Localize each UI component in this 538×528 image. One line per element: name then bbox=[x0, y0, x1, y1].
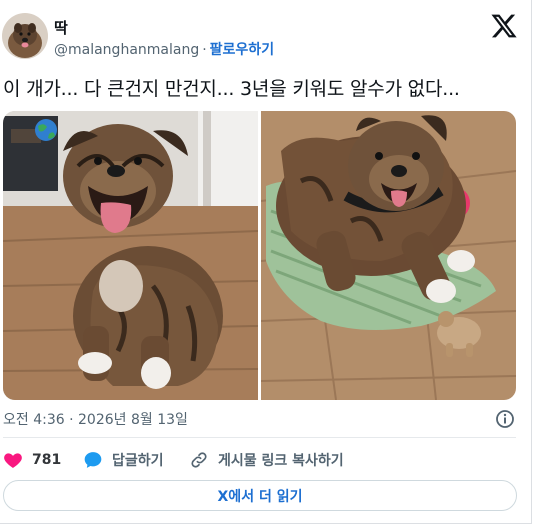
like-button[interactable]: 781 bbox=[3, 449, 61, 471]
divider bbox=[3, 437, 516, 438]
follow-button[interactable]: 팔로우하기 bbox=[210, 42, 274, 58]
info-icon[interactable] bbox=[495, 409, 515, 429]
x-logo-icon[interactable] bbox=[490, 12, 518, 40]
speech-bubble-icon bbox=[84, 452, 102, 468]
author-avatar[interactable] bbox=[2, 13, 48, 59]
tweet-photo-2[interactable] bbox=[261, 111, 516, 400]
heart-icon bbox=[4, 453, 22, 468]
copy-link-button[interactable]: 게시물 링크 복사하기 bbox=[189, 449, 344, 471]
tweet-embed-card: 딱 @malanghanmalang · 팔로우하기 이 개가... 다 큰건지 만… bbox=[0, 0, 532, 524]
author-handle-line: @malanghanmalang · 팔로우하기 bbox=[54, 39, 274, 59]
copy-link-label: 게시물 링크 복사하기 bbox=[218, 453, 344, 469]
link-icon bbox=[191, 452, 207, 468]
reply-button[interactable]: 답글하기 bbox=[83, 449, 164, 471]
read-more-label: X에서 더 읽기 bbox=[217, 488, 303, 505]
read-more-button[interactable]: X에서 더 읽기 bbox=[3, 480, 517, 511]
author-display-name[interactable]: 딱 bbox=[54, 17, 68, 38]
separator-dot: · bbox=[202, 42, 207, 58]
tweet-photo-1[interactable] bbox=[3, 111, 258, 400]
author-handle[interactable]: @malanghanmalang bbox=[54, 42, 199, 58]
like-count: 781 bbox=[32, 452, 62, 468]
tweet-actions: 781 답글하기 게시물 링크 복사하기 bbox=[3, 449, 523, 471]
reply-label: 답글하기 bbox=[112, 453, 164, 469]
tweet-text: 이 개가... 다 큰건지 만건지... 3년을 키워도 알수가 없다... bbox=[3, 78, 460, 100]
globe-emoji-icon bbox=[35, 119, 57, 141]
tweet-timestamp[interactable]: 오전 4:36 · 2026년 8월 13일 bbox=[3, 409, 188, 429]
